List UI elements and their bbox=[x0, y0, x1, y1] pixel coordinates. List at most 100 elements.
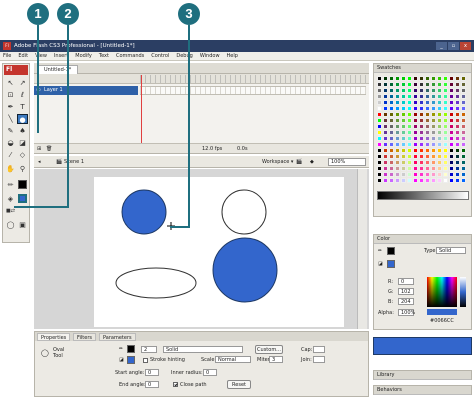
reset-button[interactable]: Reset bbox=[227, 380, 251, 389]
color-swatch[interactable] bbox=[425, 76, 430, 81]
color-swatch[interactable] bbox=[389, 172, 394, 177]
color-swatch[interactable] bbox=[377, 88, 382, 93]
color-swatch[interactable] bbox=[431, 124, 436, 129]
color-swatch[interactable] bbox=[449, 82, 454, 87]
color-swatch[interactable] bbox=[425, 178, 430, 183]
color-swatch[interactable] bbox=[395, 136, 400, 141]
color-swatch[interactable] bbox=[461, 148, 466, 153]
color-swatch[interactable] bbox=[377, 142, 382, 147]
color-swatch[interactable] bbox=[425, 106, 430, 111]
color-swatch[interactable] bbox=[419, 130, 424, 135]
color-swatch[interactable] bbox=[443, 106, 448, 111]
color-swatch[interactable] bbox=[413, 88, 418, 93]
color-swatch[interactable] bbox=[413, 106, 418, 111]
color-swatch[interactable] bbox=[395, 142, 400, 147]
color-swatch[interactable] bbox=[431, 106, 436, 111]
color-swatch[interactable] bbox=[437, 112, 442, 117]
color-swatch[interactable] bbox=[389, 136, 394, 141]
color-swatch[interactable] bbox=[461, 82, 466, 87]
hex-value[interactable]: #0066CC bbox=[430, 318, 454, 324]
color-swatch[interactable] bbox=[395, 172, 400, 177]
color-swatch[interactable] bbox=[407, 160, 412, 165]
color-swatch[interactable] bbox=[407, 118, 412, 123]
color-swatch[interactable] bbox=[383, 148, 388, 153]
color-swatch[interactable] bbox=[395, 112, 400, 117]
color-swatch[interactable] bbox=[383, 172, 388, 177]
end-angle-field[interactable]: 0 bbox=[145, 381, 159, 388]
color-swatch[interactable] bbox=[419, 76, 424, 81]
color-swatch[interactable] bbox=[413, 94, 418, 99]
swatch-grid[interactable] bbox=[377, 76, 469, 186]
color-swatch[interactable] bbox=[449, 160, 454, 165]
color-swatch[interactable] bbox=[443, 100, 448, 105]
color-swatch[interactable] bbox=[449, 166, 454, 171]
color-swatch[interactable] bbox=[395, 118, 400, 123]
color-swatch[interactable] bbox=[383, 142, 388, 147]
color-swatch[interactable] bbox=[401, 94, 406, 99]
color-swatch[interactable] bbox=[455, 88, 460, 93]
color-swatch[interactable] bbox=[431, 166, 436, 171]
color-swatch[interactable] bbox=[401, 142, 406, 147]
color-swatch[interactable] bbox=[389, 100, 394, 105]
object-drawing-icon[interactable]: ◯ bbox=[5, 220, 16, 230]
close-button[interactable]: x bbox=[460, 42, 471, 50]
fill-color-swatch[interactable] bbox=[18, 194, 27, 203]
library-panel-header[interactable]: Library bbox=[374, 371, 471, 380]
color-swatch[interactable] bbox=[455, 178, 460, 183]
color-swatch[interactable] bbox=[431, 178, 436, 183]
color-swatch[interactable] bbox=[425, 130, 430, 135]
color-swatch[interactable] bbox=[407, 148, 412, 153]
color-swatch[interactable] bbox=[455, 94, 460, 99]
color-swatch[interactable] bbox=[431, 94, 436, 99]
color-swatch[interactable] bbox=[413, 166, 418, 171]
color-swatch[interactable] bbox=[419, 100, 424, 105]
color-swatch[interactable] bbox=[395, 106, 400, 111]
color-swatch[interactable] bbox=[449, 88, 454, 93]
color-swatch[interactable] bbox=[413, 118, 418, 123]
blue-circle-shape[interactable] bbox=[121, 189, 167, 235]
color-swatch[interactable] bbox=[413, 154, 418, 159]
color-panel-header[interactable]: Color bbox=[374, 235, 471, 244]
pencil-tool-icon[interactable]: ✎ bbox=[5, 126, 16, 136]
color-swatch[interactable] bbox=[401, 172, 406, 177]
paint-bucket-tool-icon[interactable]: ◪ bbox=[17, 138, 28, 148]
tab-properties[interactable]: Properties bbox=[37, 333, 71, 341]
color-swatch[interactable] bbox=[395, 82, 400, 87]
color-swatch[interactable] bbox=[377, 172, 382, 177]
color-swatch[interactable] bbox=[419, 142, 424, 147]
color-swatch[interactable] bbox=[377, 94, 382, 99]
tab-filters[interactable]: Filters bbox=[73, 333, 96, 341]
color-swatch[interactable] bbox=[389, 106, 394, 111]
color-swatch[interactable] bbox=[431, 160, 436, 165]
color-swatch[interactable] bbox=[443, 82, 448, 87]
color-swatch[interactable] bbox=[419, 160, 424, 165]
color-swatch[interactable] bbox=[461, 112, 466, 117]
color-swatch[interactable] bbox=[437, 124, 442, 129]
color-swatch[interactable] bbox=[455, 76, 460, 81]
close-path-checkbox[interactable] bbox=[173, 382, 178, 387]
color-swatch[interactable] bbox=[377, 178, 382, 183]
color-swatch[interactable] bbox=[455, 154, 460, 159]
stroke-color-chip[interactable] bbox=[127, 345, 135, 353]
color-swatch[interactable] bbox=[413, 112, 418, 117]
color-swatch[interactable] bbox=[407, 154, 412, 159]
color-swatch[interactable] bbox=[419, 82, 424, 87]
stroke-hinting-checkbox[interactable] bbox=[143, 358, 148, 363]
fill-color-icon[interactable]: ◈ bbox=[5, 194, 16, 204]
color-swatch[interactable] bbox=[437, 148, 442, 153]
color-swatch[interactable] bbox=[461, 118, 466, 123]
color-swatch[interactable] bbox=[437, 118, 442, 123]
color-swatch[interactable] bbox=[419, 178, 424, 183]
color-swatch[interactable] bbox=[437, 160, 442, 165]
color-swatch[interactable] bbox=[389, 124, 394, 129]
color-swatch[interactable] bbox=[461, 94, 466, 99]
start-angle-field[interactable]: 0 bbox=[145, 369, 159, 376]
color-swatch[interactable] bbox=[413, 136, 418, 141]
color-swatch[interactable] bbox=[377, 76, 382, 81]
hand-tool-icon[interactable]: ✋ bbox=[5, 164, 16, 174]
color-swatch[interactable] bbox=[401, 76, 406, 81]
color-swatch[interactable] bbox=[425, 148, 430, 153]
color-swatch[interactable] bbox=[383, 106, 388, 111]
custom-button[interactable]: Custom... bbox=[255, 345, 283, 354]
menu-window[interactable]: Window bbox=[200, 52, 220, 60]
